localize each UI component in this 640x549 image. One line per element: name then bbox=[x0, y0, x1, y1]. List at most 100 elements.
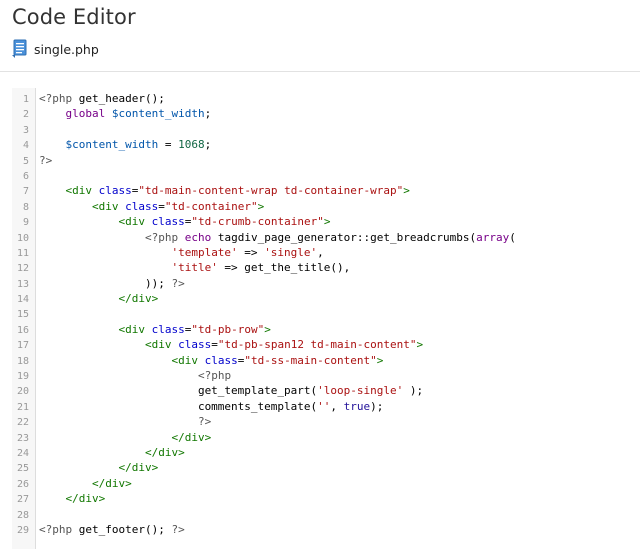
code-line[interactable]: 1 <?php get_header(); bbox=[12, 91, 640, 106]
code-line[interactable]: 26 </div> bbox=[12, 476, 640, 491]
code-line[interactable]: 19 <?php bbox=[12, 368, 640, 383]
code-token: => bbox=[237, 245, 265, 259]
line-code: <?php get_footer(); ?> bbox=[39, 522, 185, 537]
code-line[interactable]: 7 <div class="td-main-content-wrap td-co… bbox=[12, 183, 640, 198]
code-token: > bbox=[257, 199, 265, 213]
line-code: $content_width = 1068; bbox=[39, 137, 212, 152]
line-code: </div> bbox=[39, 430, 211, 445]
code-line[interactable]: 23 </div> bbox=[12, 430, 640, 445]
line-code: <div class="td-pb-row"> bbox=[39, 322, 270, 337]
code-editor[interactable]: 1 <?php get_header(); 2 global $content_wi… bbox=[12, 88, 640, 549]
code-line[interactable]: 3 bbox=[12, 122, 640, 137]
line-code: </div> bbox=[39, 491, 106, 506]
line-code: </div> bbox=[39, 291, 158, 306]
code-line[interactable]: 6 bbox=[12, 168, 640, 183]
line-code: comments_template('', true); bbox=[39, 399, 383, 414]
header-divider bbox=[0, 71, 640, 72]
code-token: , bbox=[330, 399, 344, 413]
code-token: = bbox=[158, 138, 179, 152]
code-token: <div bbox=[171, 353, 198, 367]
code-token: > bbox=[416, 338, 424, 352]
line-number: 21 bbox=[16, 401, 29, 413]
code-token: "td-container" bbox=[164, 199, 258, 213]
line-number: 25 bbox=[16, 463, 29, 475]
line-code: get_template_part('loop-single' ); bbox=[39, 383, 423, 398]
code-token: class bbox=[178, 338, 212, 352]
code-line[interactable]: 27 </div> bbox=[12, 491, 640, 506]
line-code: <div class="td-pb-span12 td-main-content… bbox=[39, 337, 423, 352]
code-line[interactable]: 21 comments_template('', true); bbox=[12, 399, 640, 414]
line-number: 27 bbox=[16, 494, 29, 506]
line-number: 15 bbox=[16, 309, 29, 321]
line-code: ?> bbox=[39, 153, 52, 168]
code-token: ; bbox=[204, 107, 212, 121]
code-token: <?php bbox=[144, 230, 179, 244]
code-line[interactable]: 16 <div class="td-pb-row"> bbox=[12, 322, 640, 337]
code-line[interactable]: 11 'template' => 'single', bbox=[12, 245, 640, 260]
code-token: <div bbox=[144, 338, 172, 352]
line-number: 3 bbox=[22, 124, 29, 136]
code-area[interactable]: 1 <?php get_header(); 2 global $content_wi… bbox=[12, 91, 640, 537]
code-token: ; bbox=[204, 138, 212, 152]
line-number: 7 bbox=[22, 186, 29, 198]
code-token: = bbox=[211, 338, 218, 352]
code-token: get_template_part( bbox=[39, 384, 318, 398]
code-token: , bbox=[317, 245, 324, 259]
code-token: <?php bbox=[39, 522, 73, 536]
code-line[interactable]: 18 <div class="td-ss-main-content"> bbox=[12, 353, 640, 368]
code-token: "td-pb-row" bbox=[191, 322, 265, 336]
code-line[interactable]: 24 </div> bbox=[12, 445, 640, 460]
code-token: ); bbox=[403, 384, 424, 398]
code-line[interactable]: 12 'title' => get_the_title(), bbox=[12, 260, 640, 275]
code-line[interactable]: 28 bbox=[12, 507, 640, 522]
code-line[interactable]: 2 global $content_width; bbox=[12, 106, 640, 121]
line-number: 17 bbox=[16, 340, 29, 352]
code-line[interactable]: 8 <div class="td-container"> bbox=[12, 199, 640, 214]
code-token: comments_template( bbox=[39, 399, 318, 413]
code-token: tagdiv_page_generator::get_breadcrumbs( bbox=[211, 230, 477, 244]
code-line[interactable]: 10 <?php echo tagdiv_page_generator::get… bbox=[12, 230, 640, 245]
code-token: ( bbox=[509, 230, 516, 244]
line-code: global $content_width; bbox=[39, 106, 212, 121]
line-code: )); ?> bbox=[39, 276, 185, 291]
file-tab[interactable]: single.php bbox=[11, 38, 99, 60]
code-token: 1068 bbox=[178, 138, 205, 152]
code-token: > bbox=[323, 215, 331, 229]
code-line[interactable]: 13 )); ?> bbox=[12, 276, 640, 291]
line-number: 10 bbox=[16, 232, 29, 244]
code-line[interactable]: 15 bbox=[12, 306, 640, 321]
code-line[interactable]: 17 <div class="td-pb-span12 td-main-cont… bbox=[12, 337, 640, 352]
line-code: <div class="td-crumb-container"> bbox=[39, 214, 330, 229]
code-line[interactable]: 22 ?> bbox=[12, 414, 640, 429]
code-token: </div> bbox=[91, 476, 132, 490]
line-number: 14 bbox=[16, 294, 29, 306]
code-token: </div> bbox=[118, 461, 159, 475]
code-line[interactable]: 4 $content_width = 1068; bbox=[12, 137, 640, 152]
code-line[interactable]: 14 </div> bbox=[12, 291, 640, 306]
code-line[interactable]: 25 </div> bbox=[12, 460, 640, 475]
line-number: 24 bbox=[16, 447, 29, 459]
code-token: "td-main-content-wrap td-container-wrap" bbox=[138, 184, 404, 198]
code-token: class bbox=[204, 353, 238, 367]
code-line[interactable]: 5 ?> bbox=[12, 153, 640, 168]
code-line[interactable]: 9 <div class="td-crumb-container"> bbox=[12, 214, 640, 229]
line-code: </div> bbox=[39, 476, 132, 491]
code-line[interactable]: 29 <?php get_footer(); ?> bbox=[12, 522, 640, 537]
line-code: <?php get_header(); bbox=[39, 91, 165, 106]
code-line[interactable]: 20 get_template_part('loop-single' ); bbox=[12, 383, 640, 398]
line-number: 16 bbox=[16, 324, 29, 336]
code-token: <?php bbox=[197, 369, 232, 383]
code-token: </div> bbox=[144, 445, 185, 459]
